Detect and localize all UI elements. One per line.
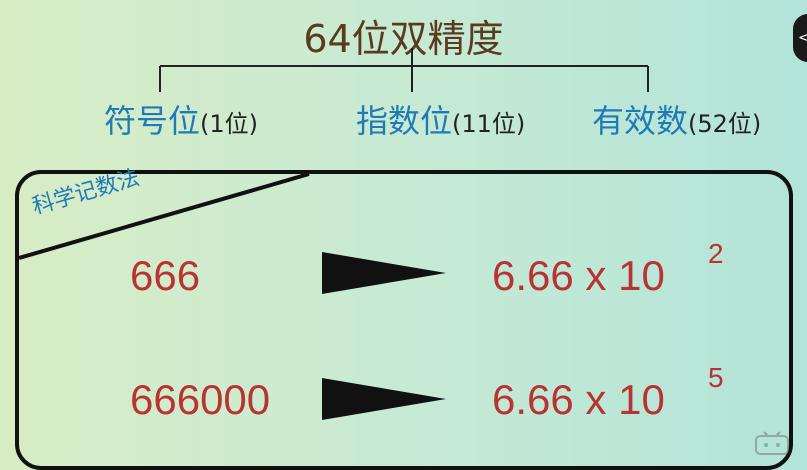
field-exponent-name: 指数位: [356, 102, 453, 140]
example-2-result: 6.66 x 10: [492, 376, 665, 424]
example-1-mantissa: 6.66 x 10: [492, 252, 665, 299]
field-mantissa-bits: (52位): [688, 110, 762, 138]
collapse-icon[interactable]: <: [793, 14, 807, 62]
box-diagonal-divider: [19, 174, 310, 260]
arrow-right-icon: [322, 378, 446, 420]
scientific-notation-box: [15, 170, 793, 470]
example-2-mantissa: 6.66 x 10: [492, 376, 665, 423]
example-1-exponent: 2: [708, 238, 724, 269]
field-sign-name: 符号位: [104, 102, 201, 140]
field-sign-bits: (1位): [200, 110, 259, 138]
field-sign: 符号位(1位): [104, 96, 258, 142]
watermark-icon: [755, 431, 789, 455]
field-mantissa-name: 有效数: [592, 102, 689, 140]
field-mantissa: 有效数(52位): [592, 96, 761, 142]
example-1-result: 6.66 x 10: [492, 252, 665, 300]
example-2-exponent: 5: [708, 362, 724, 393]
field-exponent-bits: (11位): [452, 110, 526, 138]
arrow-right-icon: [322, 252, 446, 294]
example-2-input: 666000: [130, 376, 271, 423]
field-exponent: 指数位(11位): [356, 96, 525, 142]
example-1-input: 666: [130, 252, 201, 299]
